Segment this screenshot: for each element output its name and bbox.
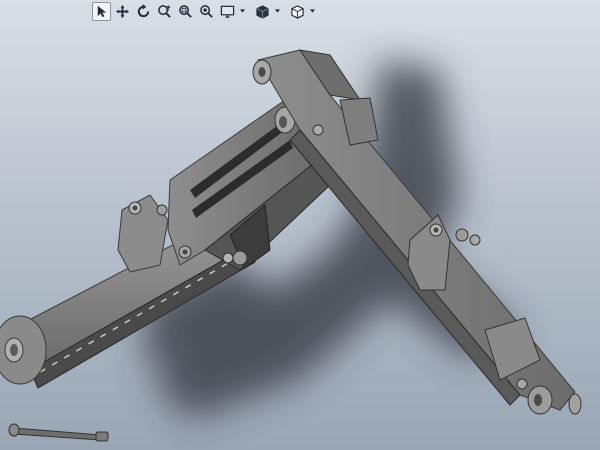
pan-tool-button[interactable] [113, 2, 132, 21]
lower-boom-bracket[interactable] [117, 194, 169, 273]
display-monitor-icon [220, 5, 235, 18]
chevron-down-icon [309, 9, 315, 13]
zoom-to-fit-icon [200, 4, 213, 18]
select-pointer-icon [97, 5, 107, 17]
zoom-to-area-button[interactable] [176, 2, 195, 21]
select-tool-button[interactable] [92, 1, 111, 21]
zoom-in-out-button[interactable] [155, 2, 174, 21]
view-orientation-button[interactable] [288, 2, 307, 21]
cad-model-scene[interactable] [0, 0, 600, 450]
display-monitor-button[interactable] [218, 2, 237, 21]
zoom-in-out-icon [158, 4, 171, 18]
3d-viewport[interactable] [0, 0, 600, 450]
chevron-down-icon [274, 9, 280, 13]
view-orientation-cube-icon [291, 4, 304, 19]
rotate-view-icon [137, 3, 150, 17]
loose-pin-part[interactable] [8, 423, 109, 442]
zoom-to-area-icon [179, 4, 192, 18]
view-toolbar [92, 0, 321, 22]
pan-move-icon [115, 4, 130, 18]
rotate-tool-button[interactable] [134, 2, 153, 21]
display-monitor-dropdown[interactable] [239, 2, 245, 21]
display-style-dropdown[interactable] [274, 2, 280, 21]
view-orientation-dropdown[interactable] [309, 2, 315, 21]
display-style-button[interactable] [253, 2, 272, 21]
zoom-to-fit-button[interactable] [197, 2, 216, 21]
chevron-down-icon [239, 9, 245, 13]
display-style-icon [256, 4, 269, 19]
